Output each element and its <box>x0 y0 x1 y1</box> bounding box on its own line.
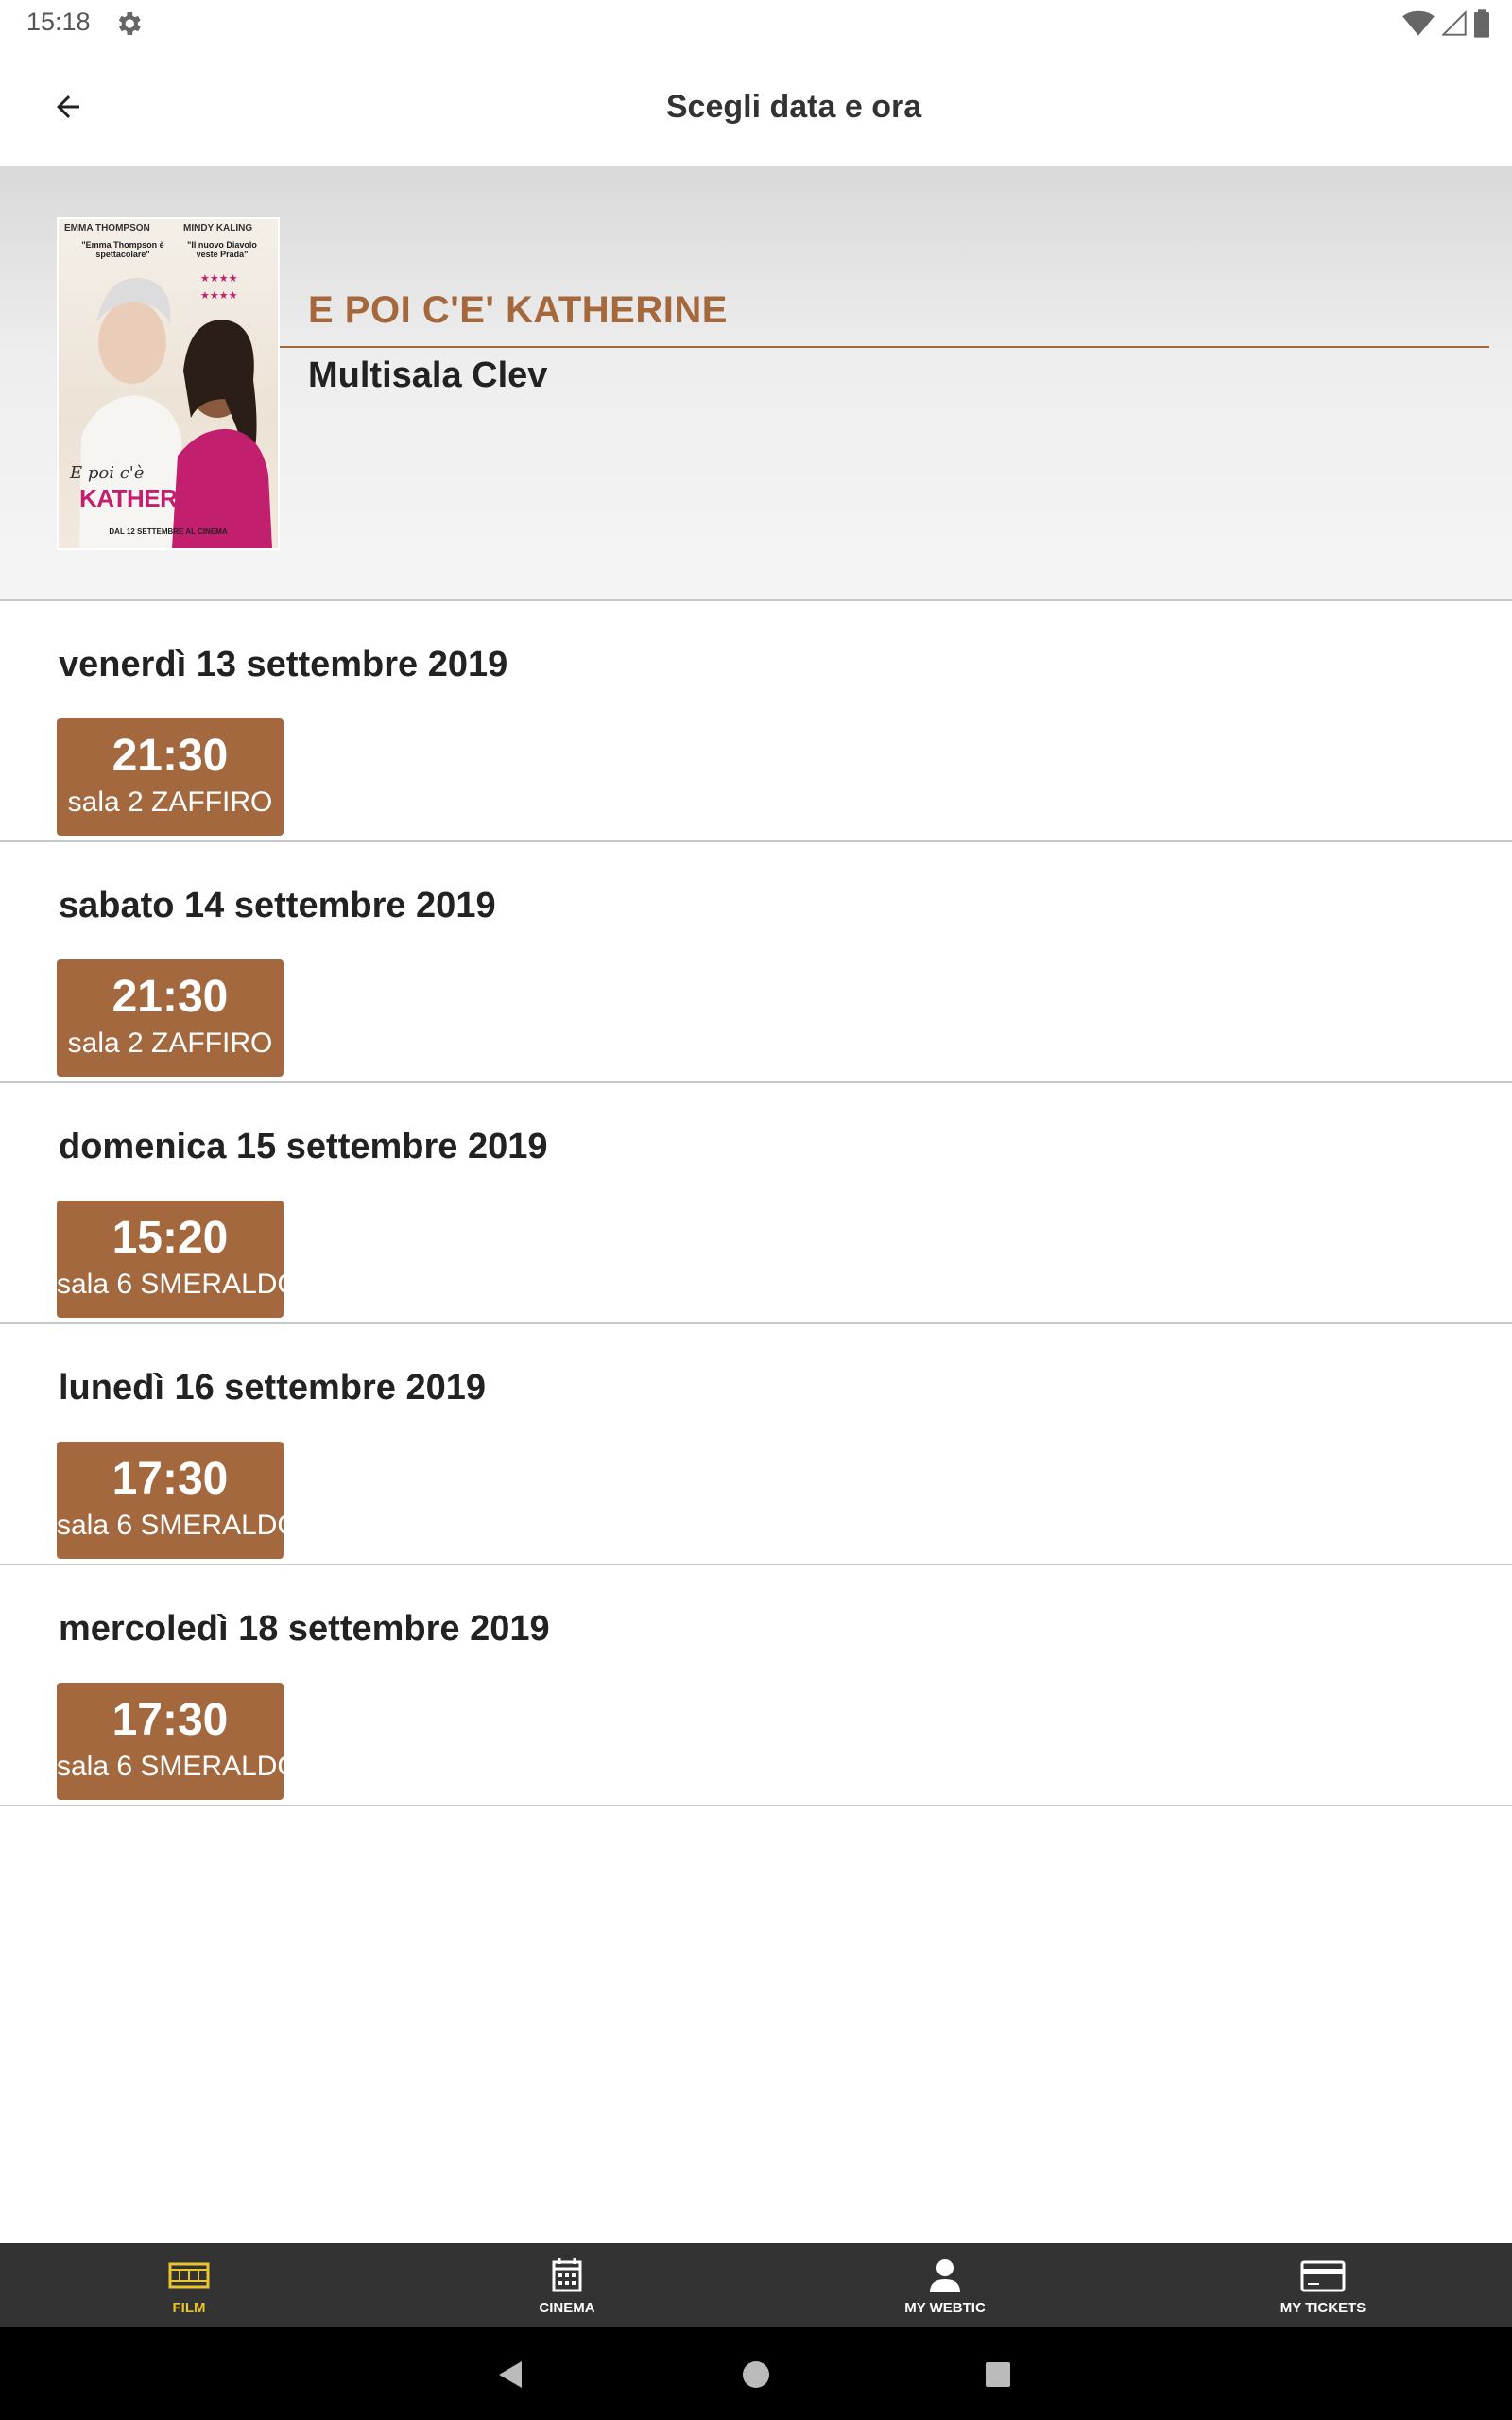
tab-my-tickets[interactable]: MY TICKETS <box>1134 2243 1512 2327</box>
showtime-time: 21:30 <box>112 731 229 781</box>
battery-icon <box>1474 9 1489 38</box>
movie-title: E POI C'E' KATHERINE <box>308 289 728 331</box>
showtime-room: sala 6 SMERALDO <box>57 1751 300 1782</box>
showtime-room: sala 2 ZAFFIRO <box>67 786 273 818</box>
wifi-icon <box>1402 10 1435 36</box>
tab-my-webtic[interactable]: MY WEBTIC <box>756 2243 1134 2327</box>
poster-actor-left: EMMA THOMPSON <box>64 223 150 233</box>
showtime-button[interactable]: 15:20 sala 6 SMERALDO <box>57 1201 300 1318</box>
tab-label: FILM <box>172 2300 206 2316</box>
showtime-time: 15:20 <box>112 1213 229 1263</box>
nav-home-icon[interactable] <box>730 2348 782 2401</box>
movie-poster: EMMA THOMPSON MINDY KALING "Emma Thompso… <box>57 217 280 550</box>
signal-icon <box>1442 10 1467 36</box>
showtime-button[interactable]: 17:30 sala 6 SMERALDO <box>57 1442 300 1559</box>
showtime-room: sala 6 SMERALDO <box>57 1269 300 1300</box>
nav-recents-icon[interactable] <box>971 2348 1024 2401</box>
day-section: sabato 14 settembre 2019 21:30 sala 2 ZA… <box>0 842 1512 1083</box>
calendar-icon <box>552 2258 582 2292</box>
cinema-name: Multisala Clev <box>308 355 548 395</box>
day-section: venerdì 13 settembre 2019 21:30 sala 2 Z… <box>0 601 1512 842</box>
tab-label: MY TICKETS <box>1280 2300 1366 2316</box>
tab-label: MY WEBTIC <box>904 2300 986 2316</box>
nav-back-icon[interactable] <box>486 2348 539 2401</box>
showtime-room: sala 6 SMERALDO <box>57 1510 300 1541</box>
poster-quote-left: "Emma Thompson è spettacolare" <box>81 240 164 259</box>
showtime-time: 17:30 <box>112 1454 229 1504</box>
poster-rating-stars: ★★★★ ★★★★ <box>200 273 238 302</box>
film-icon <box>168 2262 210 2289</box>
showtime-list: venerdì 13 settembre 2019 21:30 sala 2 Z… <box>0 601 1512 1806</box>
tab-cinema[interactable]: CINEMA <box>378 2243 756 2327</box>
page-title: Scegli data e ora <box>665 89 922 125</box>
poster-title-script: E poi c'è <box>70 463 145 483</box>
status-bar: 15:18 <box>0 0 1512 47</box>
day-date: mercoledì 18 settembre 2019 <box>59 1609 550 1649</box>
day-section: mercoledì 18 settembre 2019 17:30 sala 6… <box>0 1565 1512 1806</box>
day-section: domenica 15 settembre 2019 15:20 sala 6 … <box>0 1083 1512 1324</box>
poster-title-main: KATHERINE <box>79 484 217 512</box>
status-icons <box>1402 8 1489 40</box>
bottom-tab-bar: FILM CINEMA MY WEBTIC MY TICKETS <box>0 2243 1512 2327</box>
poster-release: DAL 12 SETTEMBRE AL CINEMA <box>109 527 228 536</box>
person-icon <box>930 2259 960 2292</box>
tab-label: CINEMA <box>539 2300 595 2316</box>
showtime-time: 17:30 <box>112 1695 229 1745</box>
showtime-button[interactable]: 21:30 sala 2 ZAFFIRO <box>57 718 284 836</box>
day-date: venerdì 13 settembre 2019 <box>59 645 508 684</box>
poster-quote-right: "Il nuovo Diavolo veste Prada" <box>187 240 257 259</box>
day-date: lunedì 16 settembre 2019 <box>59 1368 486 1408</box>
status-time: 15:18 <box>26 8 91 36</box>
showtime-room: sala 2 ZAFFIRO <box>67 1028 273 1059</box>
settings-gear-icon <box>118 12 141 35</box>
movie-header: EMMA THOMPSON MINDY KALING "Emma Thompso… <box>0 166 1512 601</box>
system-nav-bar <box>0 2327 1512 2420</box>
app-bar: Scegli data e ora <box>0 47 1512 166</box>
day-section: lunedì 16 settembre 2019 17:30 sala 6 SM… <box>0 1324 1512 1565</box>
card-icon <box>1300 2260 1346 2292</box>
day-date: sabato 14 settembre 2019 <box>59 886 496 925</box>
title-divider <box>280 346 1489 348</box>
day-date: domenica 15 settembre 2019 <box>59 1127 548 1167</box>
showtime-time: 21:30 <box>112 972 229 1022</box>
showtime-button[interactable]: 17:30 sala 6 SMERALDO <box>57 1683 300 1800</box>
showtime-button[interactable]: 21:30 sala 2 ZAFFIRO <box>57 959 284 1077</box>
tab-film[interactable]: FILM <box>0 2243 378 2327</box>
poster-actor-right: MINDY KALING <box>183 223 253 233</box>
